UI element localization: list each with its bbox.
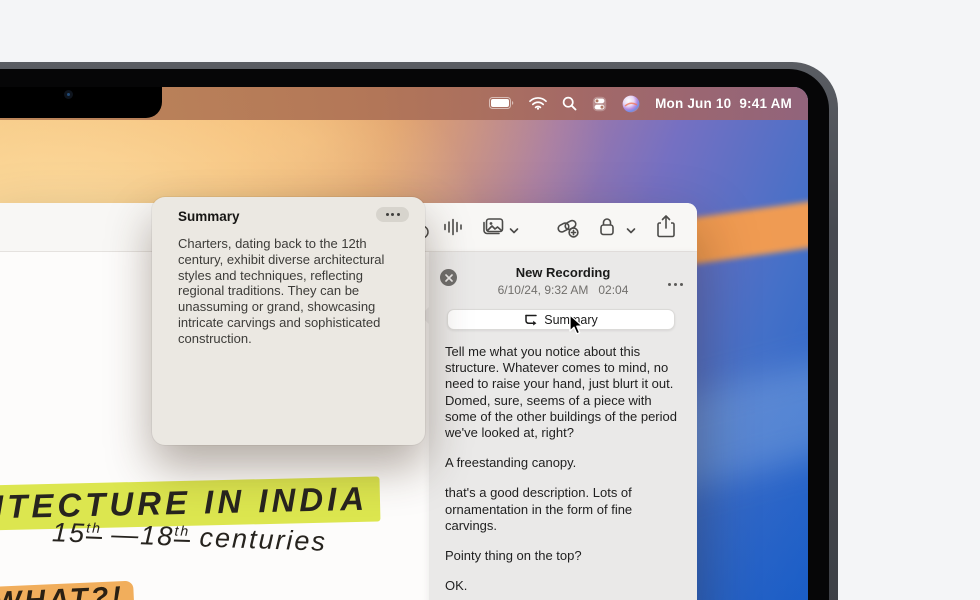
popover-more-icon[interactable] xyxy=(376,207,409,222)
insert-media-icon[interactable] xyxy=(481,216,505,243)
transcript-paragraph: A freestanding canopy. xyxy=(445,455,685,471)
summary-popover-title: Summary xyxy=(178,209,240,224)
recording-panel: New Recording 6/10/24, 9:32 AM 02:04 xyxy=(429,252,697,600)
note-bottom-text: WHAT?! xyxy=(0,581,125,600)
subline-dash: —18 xyxy=(111,519,175,551)
macbook-screen: Mon Jun 10 9:41 AM xyxy=(0,87,808,600)
summary-popover-body: Charters, dating back to the 12th centur… xyxy=(178,236,409,347)
facetime-camera xyxy=(64,90,73,99)
subline-sup2: th xyxy=(174,522,190,542)
lock-chevron-down-icon[interactable] xyxy=(626,222,636,240)
page: Mon Jun 10 9:41 AM xyxy=(0,0,980,600)
subline-num1: 15 xyxy=(52,517,87,548)
camera-notch xyxy=(0,87,162,118)
clock-date: Mon Jun 10 xyxy=(655,96,731,111)
recording-title: New Recording xyxy=(429,265,697,280)
recording-meta: 6/10/24, 9:32 AM 02:04 xyxy=(429,283,697,297)
transcript-paragraph: that's a good description. Lots of ornam… xyxy=(445,485,685,534)
recording-datetime: 6/10/24, 9:32 AM xyxy=(498,283,589,297)
subline-word: centuries xyxy=(199,522,328,556)
search-icon[interactable] xyxy=(562,96,577,111)
add-link-icon[interactable] xyxy=(556,216,580,244)
battery-icon[interactable] xyxy=(489,97,514,110)
audio-waveform-icon[interactable] xyxy=(442,216,464,243)
macbook-screen-border: Mon Jun 10 9:41 AM xyxy=(0,69,829,600)
siri-icon[interactable] xyxy=(622,95,640,113)
summary-popover: Summary Charters, dating back to the 12t… xyxy=(152,197,425,445)
subline-sup1: th xyxy=(86,519,102,539)
wifi-icon[interactable] xyxy=(529,97,547,110)
transcript: Tell me what you notice about this struc… xyxy=(445,344,685,600)
transcript-paragraph: Tell me what you notice about this struc… xyxy=(445,344,685,441)
panel-more-icon[interactable] xyxy=(668,274,684,289)
note-bottom-highlighted: WHAT?! xyxy=(0,581,135,600)
media-chevron-down-icon[interactable] xyxy=(509,222,519,240)
summarize-icon xyxy=(524,314,538,326)
share-icon[interactable] xyxy=(656,214,676,244)
clock-time: 9:41 AM xyxy=(739,96,792,111)
menu-bar-clock[interactable]: Mon Jun 10 9:41 AM xyxy=(655,96,792,111)
summary-button[interactable]: Summary xyxy=(447,309,675,330)
control-center-icon[interactable] xyxy=(592,96,607,112)
mouse-cursor-icon xyxy=(567,314,587,341)
recording-duration: 02:04 xyxy=(598,283,628,297)
lock-icon[interactable] xyxy=(598,216,616,243)
transcript-paragraph: OK. xyxy=(445,578,685,594)
transcript-paragraph: Pointy thing on the top? xyxy=(445,548,685,564)
macbook-bezel: Mon Jun 10 9:41 AM xyxy=(0,62,838,600)
